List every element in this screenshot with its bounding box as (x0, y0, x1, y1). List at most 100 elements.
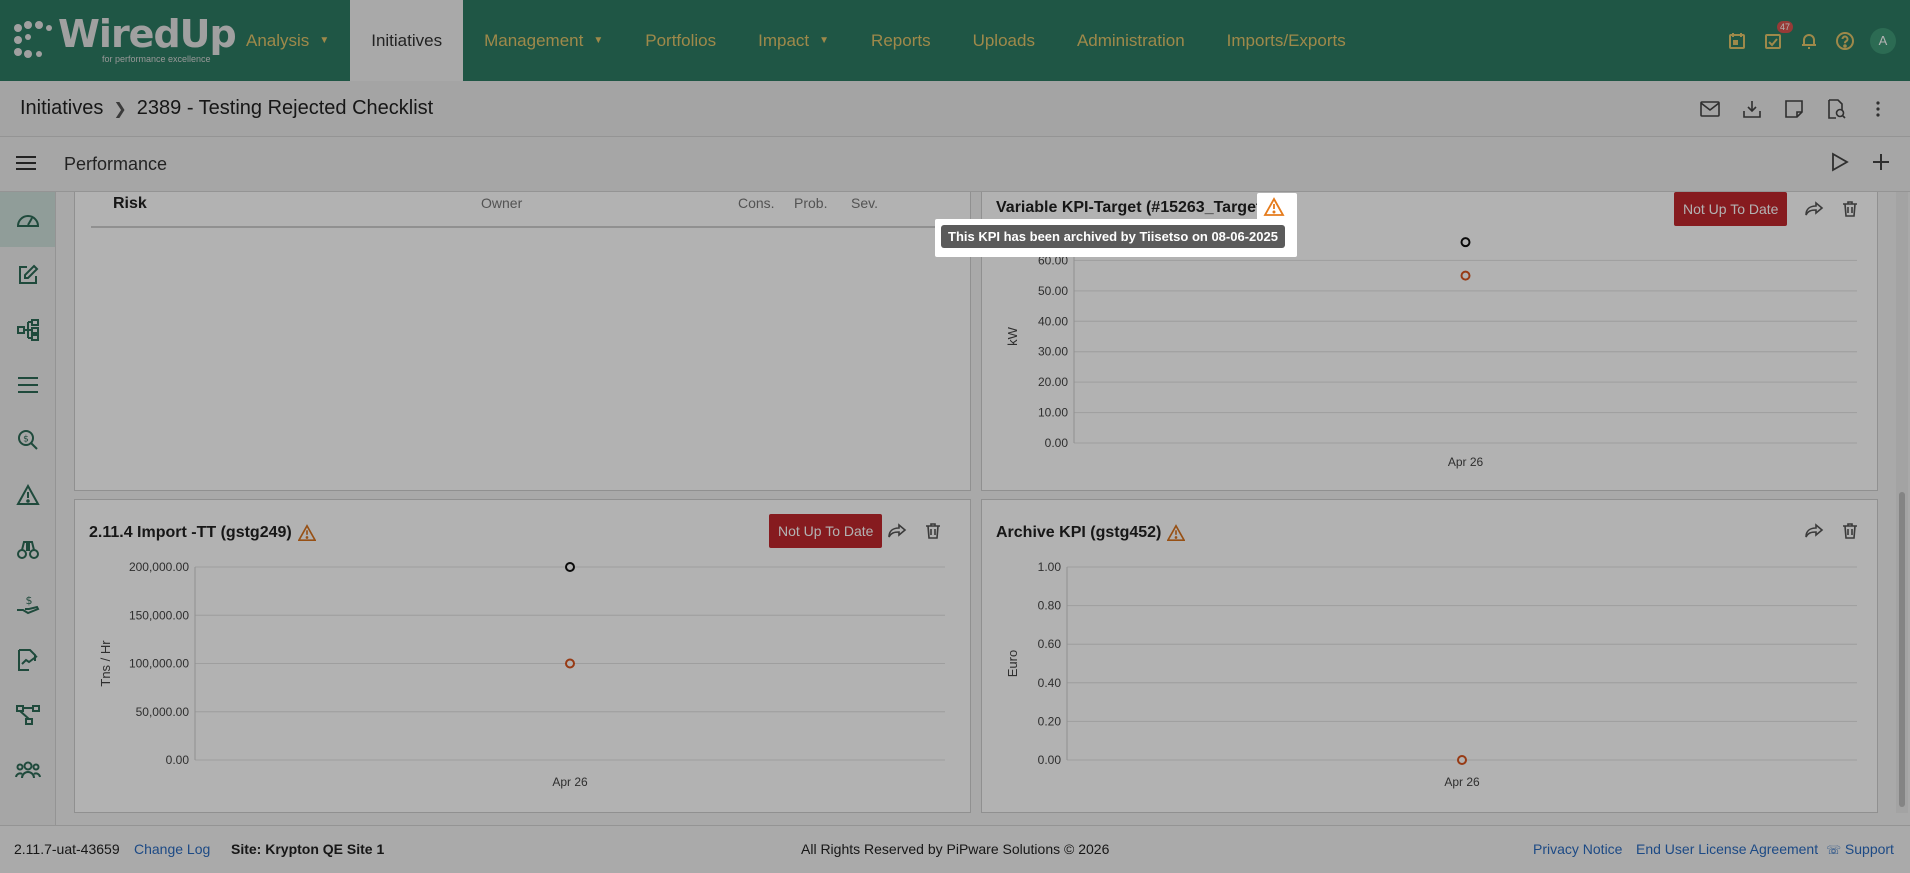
nav-label: Portfolios (645, 30, 717, 50)
note-icon[interactable] (1782, 97, 1806, 121)
sidebar-item-financial-search[interactable]: $ (0, 412, 55, 467)
nav-portfolios[interactable]: Portfolios (624, 0, 737, 81)
user-avatar[interactable]: A (1870, 27, 1896, 54)
risk-panel: Risk Owner Cons. Prob. Sev. (74, 192, 971, 491)
list-icon (17, 376, 38, 393)
y-tick-label: 0.20 (1038, 714, 1062, 728)
edit-icon (18, 264, 38, 284)
nav-management[interactable]: Management ▼ (463, 0, 624, 81)
section-bar: Performance (0, 137, 1910, 192)
calendar-icon[interactable] (1726, 30, 1748, 52)
variable-kpi-title-wrap: Variable KPI-Target (#15263_Target) (996, 199, 1267, 217)
breadcrumb-current: 2389 - Testing Rejected Checklist (136, 97, 434, 119)
logo-tagline: for performance excellence (102, 54, 211, 64)
data-point[interactable] (1460, 270, 1471, 281)
warning-icon (15, 483, 40, 505)
users-icon (14, 761, 41, 778)
y-tick-label: 50,000.00 (136, 705, 190, 719)
not-up-to-date-button[interactable]: Not Up To Date (1674, 192, 1788, 226)
privacy-link[interactable]: Privacy Notice (1533, 841, 1622, 857)
caret-down-icon: ▼ (819, 35, 830, 46)
download-icon[interactable] (1740, 97, 1764, 121)
more-vertical-icon[interactable] (1866, 97, 1890, 121)
nav-reports[interactable]: Reports (850, 0, 952, 81)
not-up-to-date-button[interactable]: Not Up To Date (769, 514, 883, 548)
copyright-text: All Rights Reserved by PiPware Solutions… (801, 841, 1110, 857)
data-point[interactable] (565, 562, 575, 572)
caret-down-icon: ▼ (319, 35, 330, 46)
nav-imports-exports[interactable]: Imports/Exports (1206, 0, 1367, 81)
support-icon: ☏ (1826, 843, 1842, 857)
nav-label: Reports (871, 30, 931, 50)
scrollbar-track[interactable] (1896, 192, 1908, 813)
risk-col-sev: Sev. (851, 195, 878, 211)
binoculars-icon (16, 540, 39, 559)
y-tick-label: 20.00 (1038, 375, 1068, 389)
sidebar-item-report[interactable] (0, 632, 55, 687)
nav-label: Imports/Exports (1226, 30, 1346, 50)
svg-text:$: $ (25, 594, 32, 607)
logo[interactable]: WiredUp for performance excellence (0, 0, 237, 81)
archive-kpi-title-wrap: Archive KPI (gstg452) (996, 524, 1186, 542)
y-tick-label: 150,000.00 (129, 608, 189, 622)
share-icon[interactable] (1804, 199, 1824, 219)
money-search-icon: $ (17, 429, 38, 450)
nav-label: Analysis (246, 30, 310, 50)
play-icon[interactable] (1830, 152, 1850, 177)
chevron-right-icon: ❯ (113, 100, 127, 118)
sidebar-item-workflow[interactable] (0, 687, 55, 742)
share-icon[interactable] (887, 521, 907, 541)
data-point[interactable] (565, 658, 575, 669)
nav-impact[interactable]: Impact ▼ (737, 0, 850, 81)
nav-label: Impact (758, 30, 810, 50)
y-tick-label: 0.80 (1038, 599, 1062, 613)
sidebar-item-funding[interactable]: $ (0, 577, 55, 632)
sidebar-item-hierarchy[interactable] (0, 302, 55, 357)
sidebar-item-list[interactable] (0, 357, 55, 412)
hierarchy-icon (16, 318, 39, 341)
share-icon[interactable] (1804, 521, 1824, 541)
delete-icon[interactable] (923, 521, 943, 541)
email-icon[interactable] (1698, 97, 1722, 121)
nav-label: Uploads (972, 30, 1035, 50)
section-actions (1830, 137, 1890, 192)
y-tick-label: 0.60 (1038, 637, 1062, 651)
eula-link[interactable]: End User License Agreement (1636, 841, 1818, 857)
variable-kpi-chart: 0.0010.0020.0030.0040.0050.0060.00kWApr … (1005, 230, 1857, 469)
delete-icon[interactable] (1840, 521, 1860, 541)
archived-tooltip: This KPI has been archived by Tiisetso o… (941, 225, 1285, 248)
warning-icon[interactable] (1167, 524, 1186, 542)
caret-down-icon: ▼ (593, 35, 604, 46)
bell-icon[interactable] (1798, 30, 1820, 52)
nav-uploads[interactable]: Uploads (952, 0, 1056, 81)
y-tick-label: 10.00 (1038, 406, 1068, 420)
document-search-icon[interactable] (1824, 97, 1848, 121)
breadcrumb-root[interactable]: Initiatives (20, 97, 103, 120)
y-axis-label: Euro (1005, 650, 1020, 677)
sidebar-item-performance[interactable] (0, 192, 55, 247)
help-icon[interactable] (1834, 30, 1856, 52)
nav-analysis[interactable]: Analysis ▼ (225, 0, 350, 81)
plus-icon[interactable] (1872, 153, 1890, 176)
nav-initiatives[interactable]: Initiatives (350, 0, 464, 81)
top-icons: 47 A (1726, 0, 1910, 81)
section-title: Performance (64, 153, 168, 174)
delete-icon[interactable] (1840, 199, 1860, 219)
tasks-icon[interactable]: 47 (1762, 20, 1793, 52)
tasks-badge: 47 (1776, 20, 1793, 33)
change-log-link[interactable]: Change Log (134, 841, 210, 857)
support-link[interactable]: ☏ Support (1826, 841, 1894, 857)
sidebar-item-risk[interactable] (0, 467, 55, 522)
data-point[interactable] (1460, 237, 1471, 248)
hamburger-menu-icon[interactable] (16, 155, 36, 173)
gauge-icon (16, 214, 39, 227)
sidebar-item-users[interactable] (0, 742, 55, 797)
warning-icon[interactable] (1263, 197, 1285, 217)
hand-money-icon: $ (16, 594, 39, 614)
data-point[interactable] (1457, 755, 1467, 765)
nav-administration[interactable]: Administration (1056, 0, 1206, 81)
sidebar-item-edit[interactable] (0, 247, 55, 302)
warning-icon[interactable] (297, 524, 316, 542)
scrollbar-thumb[interactable] (1899, 492, 1905, 807)
sidebar-item-binoculars[interactable] (0, 522, 55, 577)
